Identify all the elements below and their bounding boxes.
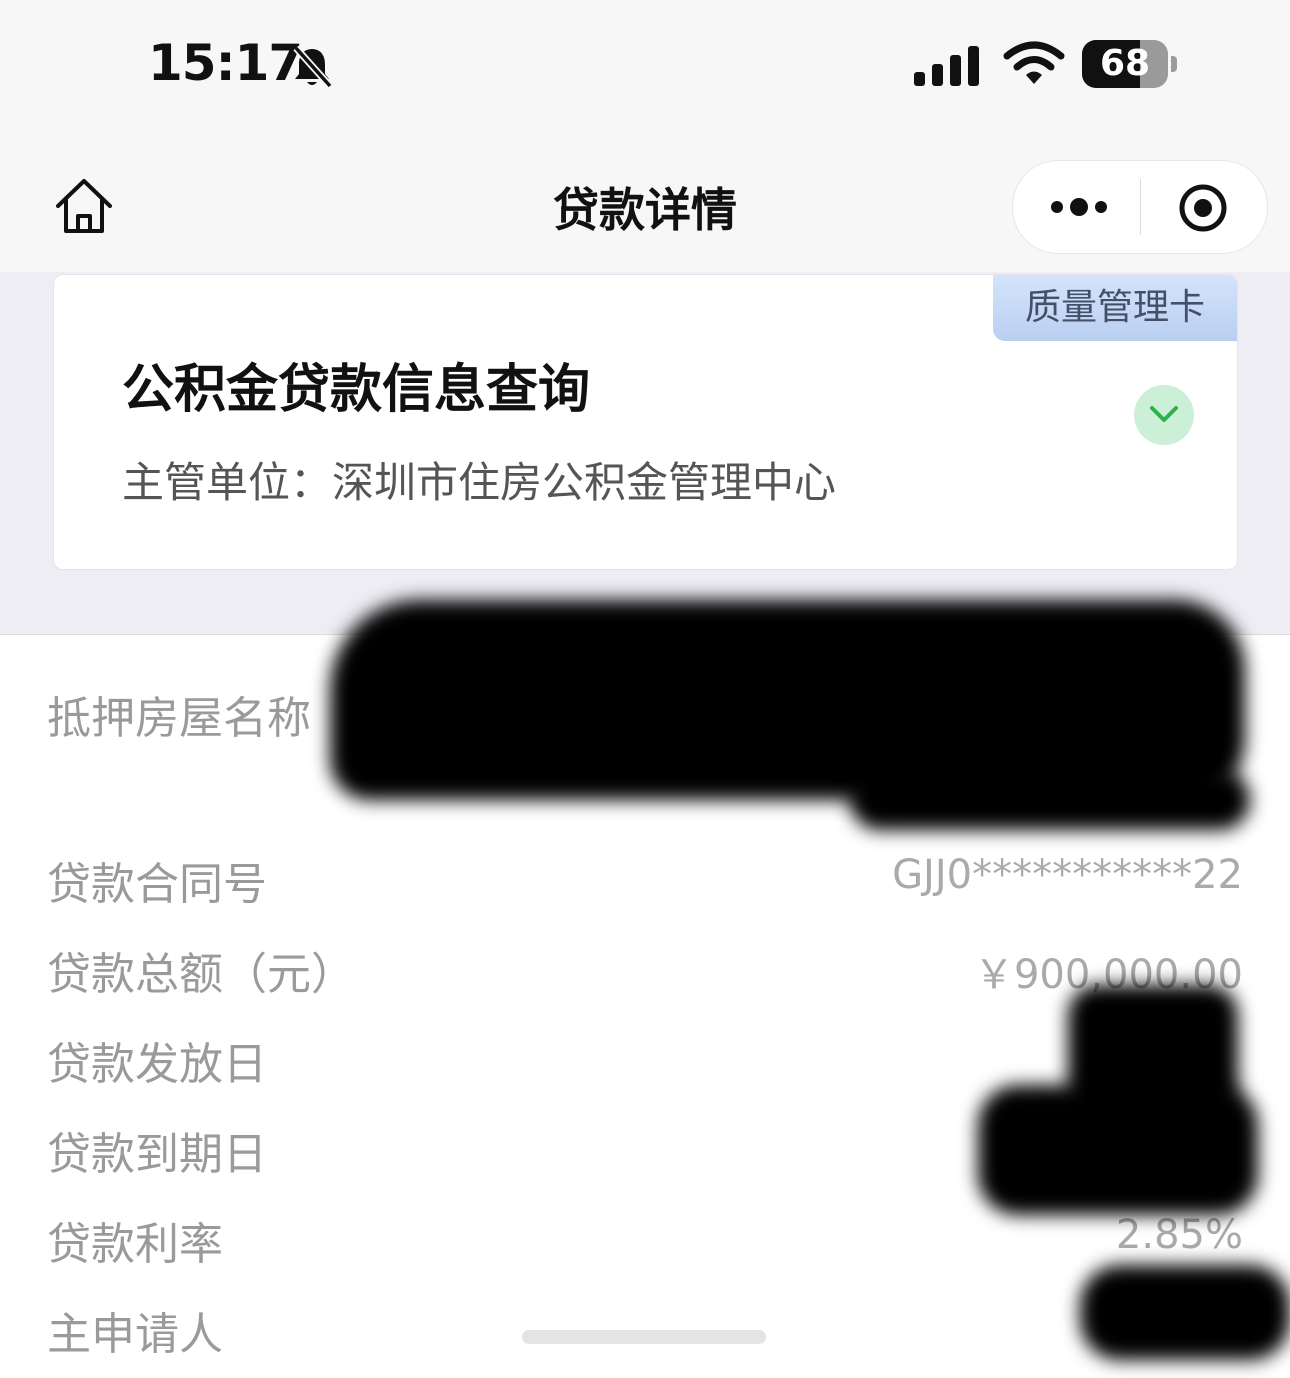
status-bar: 15:17 68 (0, 0, 1290, 138)
card-title: 公积金贷款信息查询 (122, 360, 591, 420)
wifi-icon (1003, 41, 1065, 84)
header-band: 质量管理卡 公积金贷款信息查询 主管单位：深圳市住房公积金管理中心 (0, 272, 1290, 635)
redaction-mark (978, 1085, 1258, 1215)
card-subtitle: 主管单位：深圳市住房公积金管理中心 (122, 458, 837, 507)
nav-bar: 贷款详情 (0, 138, 1290, 272)
row-label: 贷款到期日 (47, 1129, 267, 1180)
capsule-divider (1140, 179, 1141, 235)
row-value: 2.85% (1115, 1212, 1243, 1258)
redaction-mark (1080, 1265, 1290, 1360)
battery-icon: 68 (1082, 40, 1178, 90)
battery-level: 68 (1099, 43, 1151, 84)
bell-muted-icon (293, 45, 333, 89)
chevron-down-icon (1150, 406, 1178, 422)
mini-program-capsule (1012, 160, 1268, 254)
row-label: 贷款总额（元） (47, 949, 355, 1000)
expand-toggle[interactable] (1134, 385, 1194, 445)
row-label: 贷款利率 (47, 1219, 223, 1270)
signal-icon (914, 46, 979, 86)
detail-row-contract-no: 贷款合同号 GJJ0***********22 (0, 840, 1290, 910)
row-value: GJJ0***********22 (892, 852, 1243, 898)
status-time: 15:17 (148, 34, 303, 92)
row-label: 主申请人 (47, 1309, 223, 1360)
target-icon[interactable] (1178, 183, 1228, 233)
row-label: 贷款发放日 (47, 1039, 267, 1090)
row-label: 抵押房屋名称 (47, 693, 311, 744)
home-indicator (522, 1330, 766, 1344)
info-card: 质量管理卡 公积金贷款信息查询 主管单位：深圳市住房公积金管理中心 (53, 274, 1238, 570)
row-label: 贷款合同号 (47, 859, 267, 910)
quality-tag[interactable]: 质量管理卡 (993, 275, 1237, 341)
more-icon[interactable] (1047, 189, 1111, 225)
redaction-mark (850, 770, 1250, 830)
